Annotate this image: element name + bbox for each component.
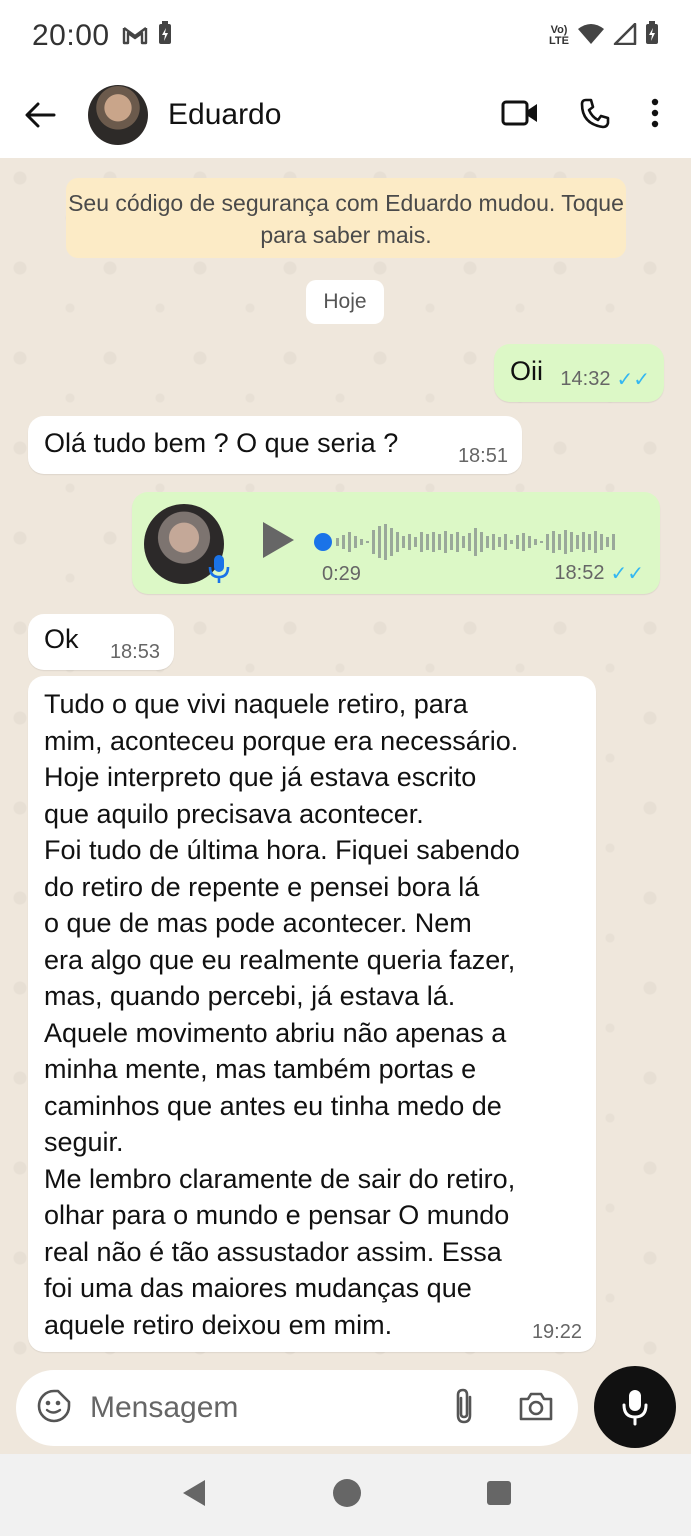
volte-indicator: Vo) LTE [549,25,569,47]
message-time: 18:52 [554,562,605,584]
status-bar: 20:00 Vo) LTE [0,0,691,72]
nav-home-button[interactable] [332,1478,362,1513]
message-text: Tudo o que vivi naquele retiro, para mim… [44,689,520,1340]
play-icon [263,522,294,558]
input-actions [452,1387,558,1430]
voice-call-button[interactable] [579,97,611,134]
message-time: 18:53 [109,641,160,663]
chat-area[interactable]: Seu código de segurança com Eduardo mudo… [0,158,691,1366]
read-ticks-icon: ✓✓ [610,563,644,585]
read-ticks-icon: ✓✓ [616,369,650,391]
microphone-icon [622,1390,648,1426]
message-meta: 14:32 ✓✓ [560,367,650,392]
gmail-icon [122,20,148,52]
message-bubble-outgoing[interactable]: Oii 14:32 ✓✓ [494,344,664,402]
message-bubble-incoming[interactable]: Tudo o que vivi naquele retiro, para mim… [28,676,596,1352]
back-arrow-icon [25,102,56,128]
sticker-icon [37,1389,71,1422]
message-placeholder: Mensagem [90,1391,239,1424]
nav-recents-button[interactable] [486,1480,512,1511]
message-bubble-incoming[interactable]: Ok 18:53 [28,614,174,670]
voice-record-button[interactable] [594,1366,676,1448]
signal-icon [613,20,637,52]
status-right-icons: Vo) LTE [549,20,659,52]
triangle-back-icon [182,1479,205,1506]
chat-header: Eduardo [0,72,691,158]
camera-icon [519,1392,553,1420]
contact-name[interactable]: Eduardo [168,98,281,132]
playback-position-dot [314,533,332,551]
message-time: 14:32 [560,368,611,390]
voice-message-bubble[interactable]: 0:29 18:52 ✓✓ [132,492,660,594]
message-meta: 19:22 [532,1321,582,1344]
circle-home-icon [332,1478,361,1507]
phone-icon [580,98,610,128]
message-text: Olá tudo bem ? O que seria ? [44,428,399,458]
system-nav-bar [0,1454,691,1536]
camera-button[interactable] [518,1390,554,1427]
message-meta: 18:53 [110,641,160,664]
message-meta: 18:52 ✓✓ [554,561,644,586]
contact-avatar[interactable] [88,85,148,145]
message-bubble-incoming[interactable]: Olá tudo bem ? O que seria ? 18:51 [28,416,522,474]
voice-waveform[interactable] [314,522,634,562]
battery-small-icon [158,20,172,52]
more-options-button[interactable] [651,98,659,133]
message-input-bar: Mensagem [0,1366,691,1454]
message-input[interactable]: Mensagem [16,1370,578,1446]
back-button[interactable] [18,93,62,137]
wifi-icon [577,20,605,52]
paperclip-icon [456,1388,472,1423]
voice-duration: 0:29 [322,563,361,585]
video-call-button[interactable] [501,99,539,132]
microphone-badge-icon [208,554,230,591]
message-text: Oii [510,356,543,386]
nav-back-button[interactable] [180,1478,208,1513]
message-time: 18:51 [457,445,508,467]
attach-button[interactable] [452,1387,476,1430]
message-time: 19:22 [531,1321,582,1343]
play-button[interactable] [260,520,296,567]
lte-label: LTE [549,35,569,47]
message-text: Ok [44,624,79,654]
message-meta: 18:51 [458,445,508,468]
square-recents-icon [486,1480,511,1505]
status-time: 20:00 [32,19,110,52]
sticker-button[interactable] [36,1388,72,1429]
video-call-icon [501,100,537,125]
more-vertical-icon [651,98,659,127]
date-chip: Hoje [306,280,384,324]
battery-icon [645,20,659,52]
header-actions [501,97,673,134]
security-code-notice[interactable]: Seu código de segurança com Eduardo mudo… [66,178,626,258]
status-left-icons [122,20,172,52]
